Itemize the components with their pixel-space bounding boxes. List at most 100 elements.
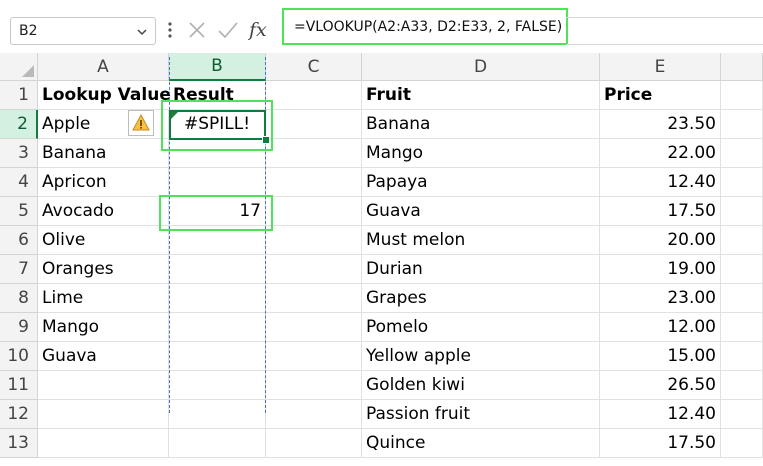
cell-b4[interactable] (169, 168, 266, 197)
cell-b7[interactable] (169, 255, 266, 284)
column-header-c[interactable]: C (266, 53, 362, 81)
cell-b10[interactable] (169, 342, 266, 371)
enter-check-icon[interactable] (216, 17, 240, 43)
cell-e11[interactable]: 26.50 (600, 371, 721, 400)
cell-d2[interactable]: Banana (362, 110, 600, 139)
cell-b8[interactable] (169, 284, 266, 313)
insert-function-icon[interactable]: fx (247, 15, 272, 41)
cell-e13[interactable]: 17.50 (600, 429, 721, 458)
cell-d7[interactable]: Durian (362, 255, 600, 284)
cell-c13[interactable] (266, 429, 362, 458)
cell-a9[interactable]: Mango (38, 313, 169, 342)
cell-d6[interactable]: Must melon (362, 226, 600, 255)
cell-f4[interactable] (721, 168, 763, 197)
row-header-12[interactable]: 12 (0, 400, 38, 429)
row-header-5[interactable]: 5 (0, 197, 38, 226)
cell-a12[interactable] (38, 400, 169, 429)
row-header-11[interactable]: 11 (0, 371, 38, 400)
cell-b9[interactable] (169, 313, 266, 342)
row-header-4[interactable]: 4 (0, 168, 38, 197)
row-header-7[interactable]: 7 (0, 255, 38, 284)
cell-b13[interactable] (169, 429, 266, 458)
cell-f3[interactable] (721, 139, 763, 168)
row-header-6[interactable]: 6 (0, 226, 38, 255)
chevron-down-icon[interactable] (135, 24, 149, 43)
cell-f11[interactable] (721, 371, 763, 400)
more-options-icon[interactable] (167, 20, 173, 44)
cell-d10[interactable]: Yellow apple (362, 342, 600, 371)
cell-d11[interactable]: Golden kiwi (362, 371, 600, 400)
column-header-e[interactable]: E (600, 53, 721, 81)
cell-c4[interactable] (266, 168, 362, 197)
cell-e12[interactable]: 12.40 (600, 400, 721, 429)
cell-d1[interactable]: Fruit (362, 81, 600, 110)
cell-d9[interactable]: Pomelo (362, 313, 600, 342)
cell-d12[interactable]: Passion fruit (362, 400, 600, 429)
column-header-b[interactable]: B (169, 53, 266, 81)
name-box[interactable]: B2 (10, 17, 156, 45)
cell-d13[interactable]: Quince (362, 429, 600, 458)
cell-e2[interactable]: 23.50 (600, 110, 721, 139)
column-header-f[interactable] (721, 53, 763, 81)
cell-e4[interactable]: 12.40 (600, 168, 721, 197)
cell-e6[interactable]: 20.00 (600, 226, 721, 255)
cell-f13[interactable] (721, 429, 763, 458)
cell-f9[interactable] (721, 313, 763, 342)
cell-a4[interactable]: Apricon (38, 168, 169, 197)
row-header-1[interactable]: 1 (0, 81, 38, 110)
cell-c10[interactable] (266, 342, 362, 371)
formula-input[interactable]: =VLOOKUP(A2:A33, D2:E33, 2, FALSE) (282, 8, 568, 45)
cell-e8[interactable]: 23.00 (600, 284, 721, 313)
error-warning-icon[interactable] (128, 110, 154, 136)
row-header-10[interactable]: 10 (0, 342, 38, 371)
cell-f7[interactable] (721, 255, 763, 284)
cell-f8[interactable] (721, 284, 763, 313)
row-header-8[interactable]: 8 (0, 284, 38, 313)
cell-f2[interactable] (721, 110, 763, 139)
cell-b12[interactable] (169, 400, 266, 429)
cell-e3[interactable]: 22.00 (600, 139, 721, 168)
cell-c8[interactable] (266, 284, 362, 313)
cell-e7[interactable]: 19.00 (600, 255, 721, 284)
cell-e5[interactable]: 17.50 (600, 197, 721, 226)
cell-a5[interactable]: Avocado (38, 197, 169, 226)
cell-c5[interactable] (266, 197, 362, 226)
cell-c12[interactable] (266, 400, 362, 429)
cell-c1[interactable] (266, 81, 362, 110)
cell-f6[interactable] (721, 226, 763, 255)
column-header-d[interactable]: D (362, 53, 600, 81)
cell-d5[interactable]: Guava (362, 197, 600, 226)
cell-a8[interactable]: Lime (38, 284, 169, 313)
row-header-3[interactable]: 3 (0, 139, 38, 168)
cell-c11[interactable] (266, 371, 362, 400)
cell-a10[interactable]: Guava (38, 342, 169, 371)
cell-f12[interactable] (721, 400, 763, 429)
cell-f10[interactable] (721, 342, 763, 371)
cell-f1[interactable] (721, 81, 763, 110)
cell-e10[interactable]: 15.00 (600, 342, 721, 371)
cell-a6[interactable]: Olive (38, 226, 169, 255)
select-all-button[interactable] (0, 53, 38, 81)
cell-c7[interactable] (266, 255, 362, 284)
row-header-2[interactable]: 2 (0, 110, 38, 139)
cancel-icon[interactable] (186, 17, 208, 43)
cell-b11[interactable] (169, 371, 266, 400)
cell-a11[interactable] (38, 371, 169, 400)
cell-a3[interactable]: Banana (38, 139, 169, 168)
cell-a13[interactable] (38, 429, 169, 458)
cell-a7[interactable]: Oranges (38, 255, 169, 284)
cell-d8[interactable]: Grapes (362, 284, 600, 313)
formula-input-extension[interactable] (566, 17, 763, 45)
cell-d3[interactable]: Mango (362, 139, 600, 168)
row-header-13[interactable]: 13 (0, 429, 38, 458)
row-header-9[interactable]: 9 (0, 313, 38, 342)
cell-a1[interactable]: Lookup Value (38, 81, 171, 110)
cell-c2[interactable] (266, 110, 362, 139)
cell-c3[interactable] (266, 139, 362, 168)
cell-d4[interactable]: Papaya (362, 168, 600, 197)
cell-e9[interactable]: 12.00 (600, 313, 721, 342)
cell-c9[interactable] (266, 313, 362, 342)
column-header-a[interactable]: A (38, 53, 169, 81)
cell-f5[interactable] (721, 197, 763, 226)
cell-c6[interactable] (266, 226, 362, 255)
